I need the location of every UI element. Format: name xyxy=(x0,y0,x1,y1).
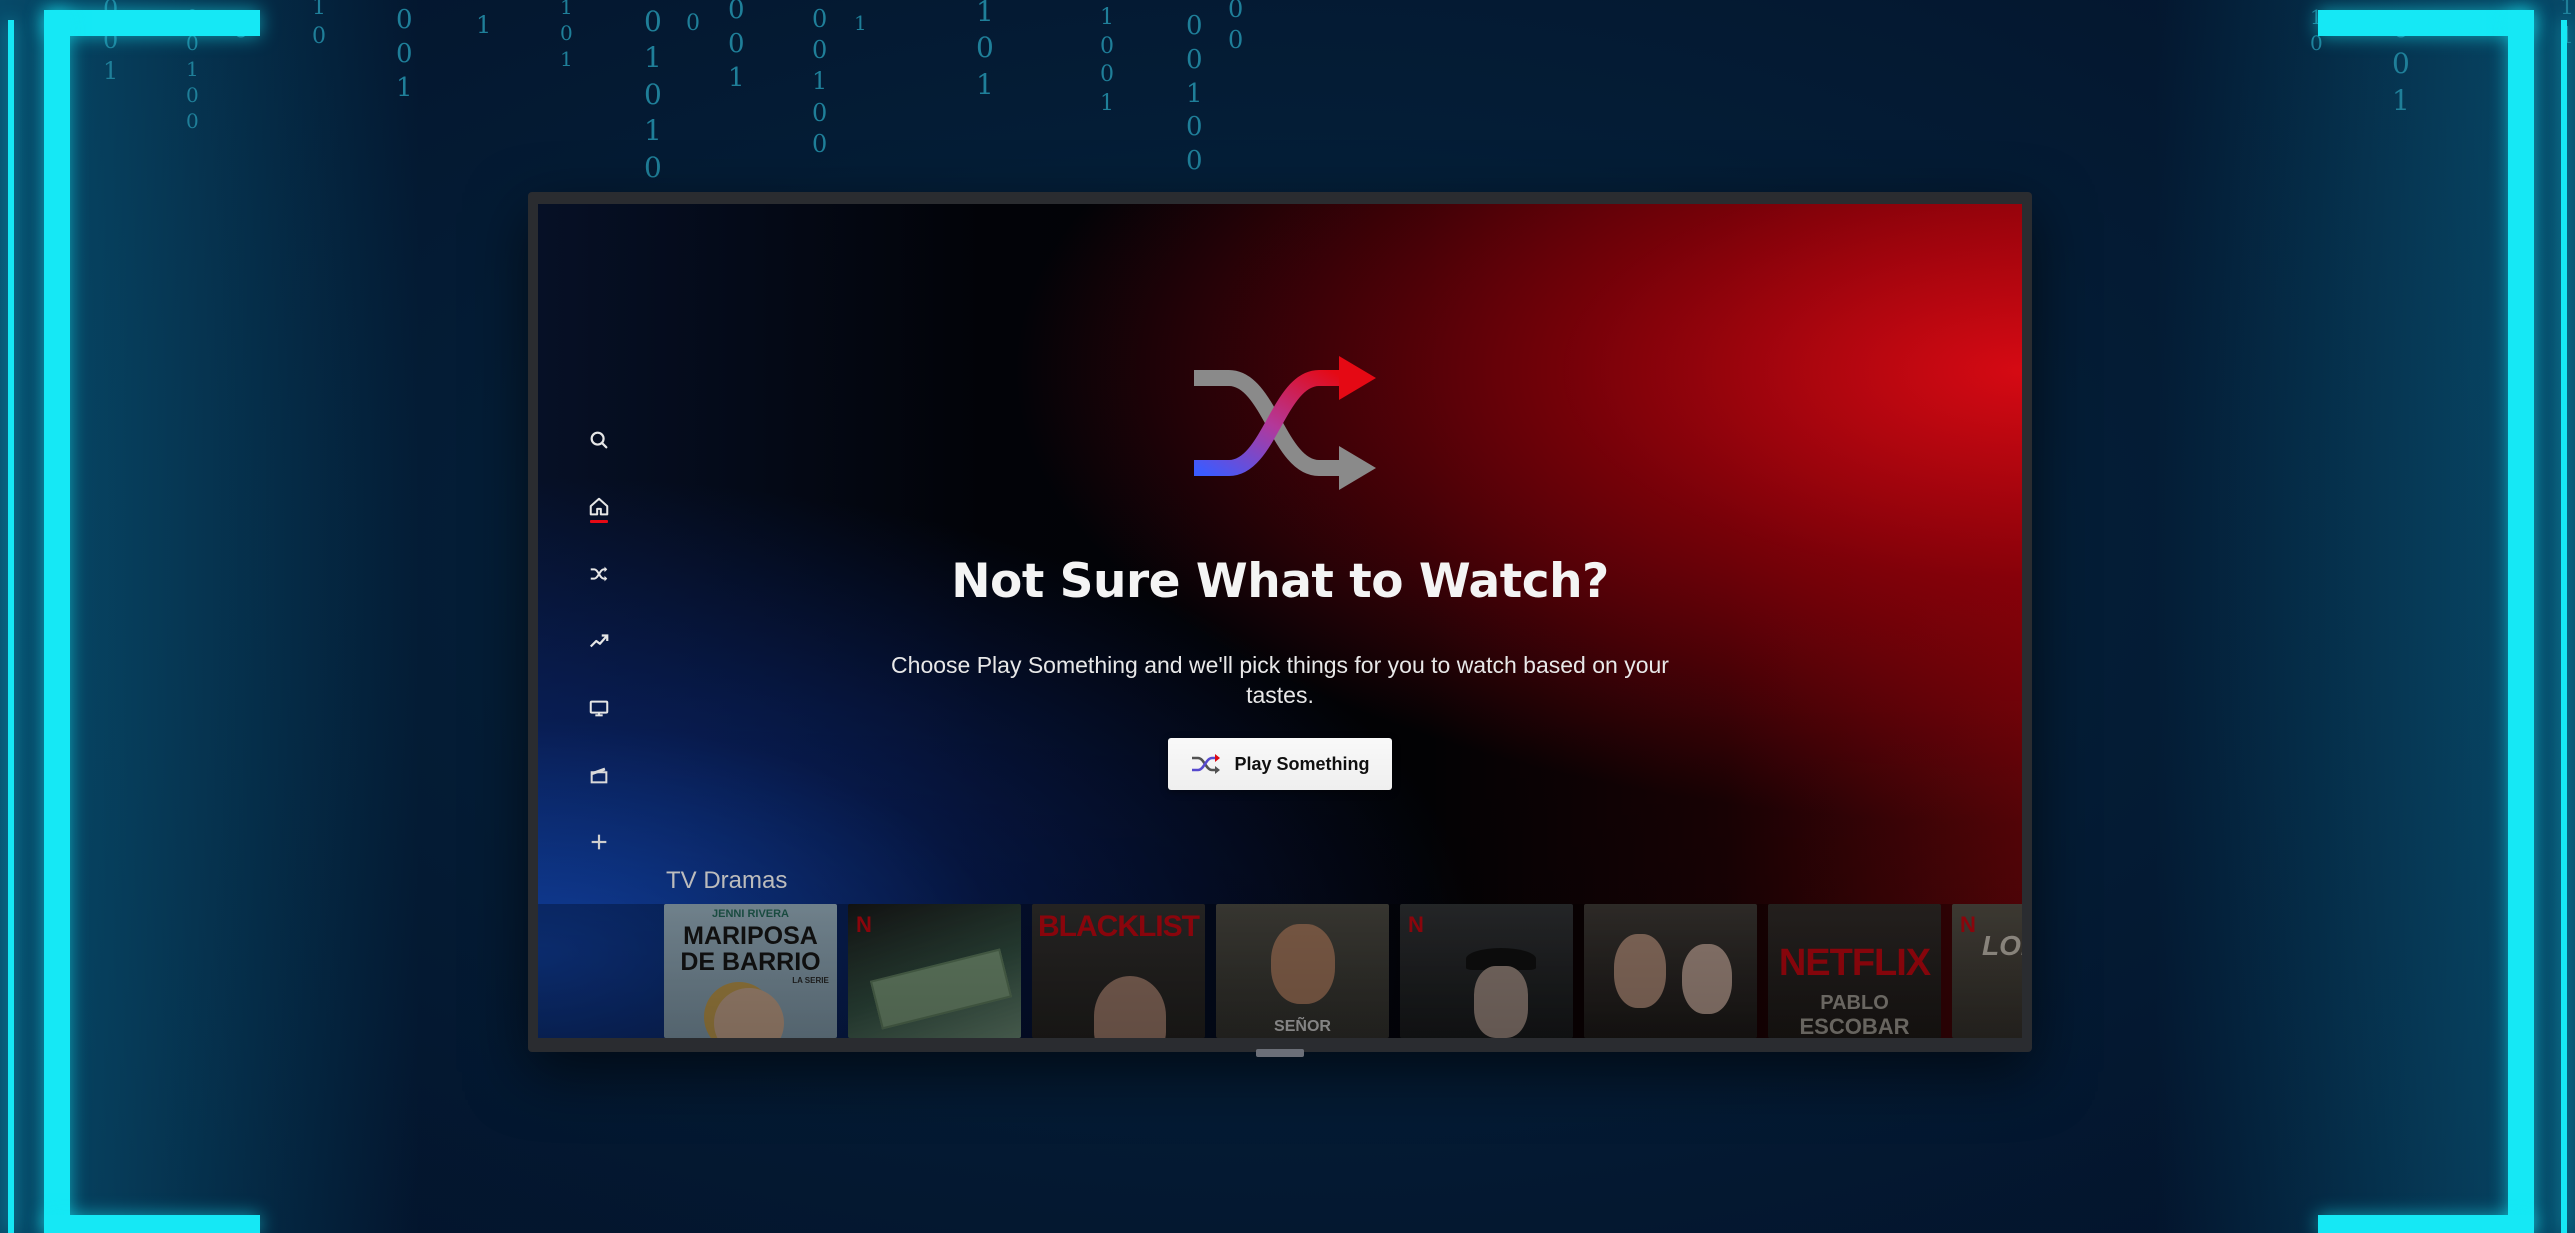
binary-digit-column: 1 xyxy=(476,11,492,39)
television: Not Sure What to Watch? Choose Play Some… xyxy=(528,192,2032,1052)
tile-originals-face1 xyxy=(1614,934,1666,1008)
binary-digit-column: 1 0 xyxy=(312,0,326,49)
tile-long[interactable]: N LONG xyxy=(1952,904,2022,1038)
binary-digit-column: 0 xyxy=(686,11,700,36)
tile-netflix-pablo-escobar[interactable]: NETFLIX PABLO ESCOBAR xyxy=(1768,904,1941,1038)
binary-digit-column: 1 xyxy=(854,11,867,35)
tile-mariposa-line3: DE BARRIO xyxy=(680,948,821,976)
binary-digit-column: 1 0 0 1 xyxy=(1100,5,1114,116)
hero-subtitle: Choose Play Something and we'll pick thi… xyxy=(891,652,1669,708)
neon-frame-right-bottom xyxy=(2318,1215,2534,1233)
neon-frame-left-top xyxy=(44,10,260,36)
tv-dramas-row: JENNI RIVERA MARIPOSA DE BARRIO LA SERIE… xyxy=(664,904,2022,1038)
tile-drama-man-figure xyxy=(1271,924,1335,1004)
binary-digits-decoration: 0 0 10 0 1 0 001 00 0 111 0 10 1 0 1 000… xyxy=(0,0,2575,184)
movies-icon[interactable] xyxy=(581,757,617,793)
play-something-button[interactable]: Play Something xyxy=(1168,738,1392,790)
plus-icon[interactable] xyxy=(581,824,617,860)
tile-mariposa-line1: JENNI RIVERA xyxy=(711,908,790,920)
sidebar-nav xyxy=(576,422,622,891)
binary-digit-column: 0 1 0 1 0 xyxy=(644,5,662,184)
neon-frame-left-outer-line xyxy=(8,20,14,1233)
tile-money-banknote xyxy=(869,948,1013,1030)
tile-money-show[interactable]: N xyxy=(848,904,1021,1038)
tile-blacklist-title: BLACKLIST xyxy=(1038,910,1200,943)
neon-frame-left-vertical xyxy=(44,10,70,1233)
tile-blacklist-head xyxy=(1094,976,1166,1038)
neon-frame-right-top xyxy=(2318,10,2534,36)
binary-digit-column: 0 0 1 0 0 xyxy=(1186,11,1203,177)
tile-mariposa-line4: LA SERIE xyxy=(792,976,829,985)
binary-digit-column: 1 0 1 xyxy=(976,0,994,101)
tile-blacklist[interactable]: BLACKLIST xyxy=(1032,904,1205,1038)
netflix-n-badge: N xyxy=(856,912,872,937)
neon-frame-right-vertical xyxy=(2508,10,2534,1233)
play-something-label: Play Something xyxy=(1234,753,1370,774)
shuffle-hero-icon xyxy=(1194,356,1376,490)
trending-icon[interactable] xyxy=(581,623,617,659)
netflix-screen: Not Sure What to Watch? Choose Play Some… xyxy=(538,204,2022,1038)
home-icon[interactable] xyxy=(581,489,617,525)
tile-originals[interactable] xyxy=(1584,904,1757,1038)
tile-long-title: LONG xyxy=(1982,930,2022,961)
tile-escobar-line: ESCOBAR xyxy=(1799,1014,1910,1038)
tile-mariposa-line2: MARIPOSA xyxy=(683,922,818,950)
tile-peaky-blinders[interactable]: N xyxy=(1400,904,1573,1038)
tile-drama-man[interactable]: SEÑOR xyxy=(1216,904,1389,1038)
binary-digit-column: 0 0 1 xyxy=(728,0,745,93)
tile-peaky-face xyxy=(1474,966,1528,1038)
tv-stand xyxy=(1256,1049,1304,1057)
neon-frame-right-outer-line xyxy=(2561,20,2567,1233)
netflix-n-badge: N xyxy=(1408,912,1424,937)
hero-title: Not Sure What to Watch? xyxy=(951,554,1609,609)
tv-icon[interactable] xyxy=(581,690,617,726)
neon-frame-left-bottom xyxy=(44,1215,260,1233)
tile-mariposa-de-barrio[interactable]: JENNI RIVERA MARIPOSA DE BARRIO LA SERIE xyxy=(664,904,837,1038)
tile-mariposa-face xyxy=(714,988,784,1038)
tile-netflix-logo-text: NETFLIX xyxy=(1778,942,1931,984)
tile-drama-man-title: SEÑOR xyxy=(1274,1018,1331,1035)
shuffle-button-icon xyxy=(1192,754,1221,774)
binary-digit-column: 0 0 xyxy=(1228,0,1244,55)
binary-digit-column: 0 0 1 xyxy=(396,5,413,103)
binary-digit-column: 0 0 1 0 0 xyxy=(812,5,828,158)
tile-originals-face2 xyxy=(1682,944,1732,1014)
row-title: TV Dramas xyxy=(666,867,788,894)
search-icon[interactable] xyxy=(581,422,617,458)
binary-digit-column: 1 0 1 xyxy=(560,0,573,71)
tile-pablo-line: PABLO xyxy=(1820,992,1889,1014)
promo-background: 0 0 10 0 1 0 001 00 0 111 0 10 1 0 1 000… xyxy=(0,0,2575,1233)
